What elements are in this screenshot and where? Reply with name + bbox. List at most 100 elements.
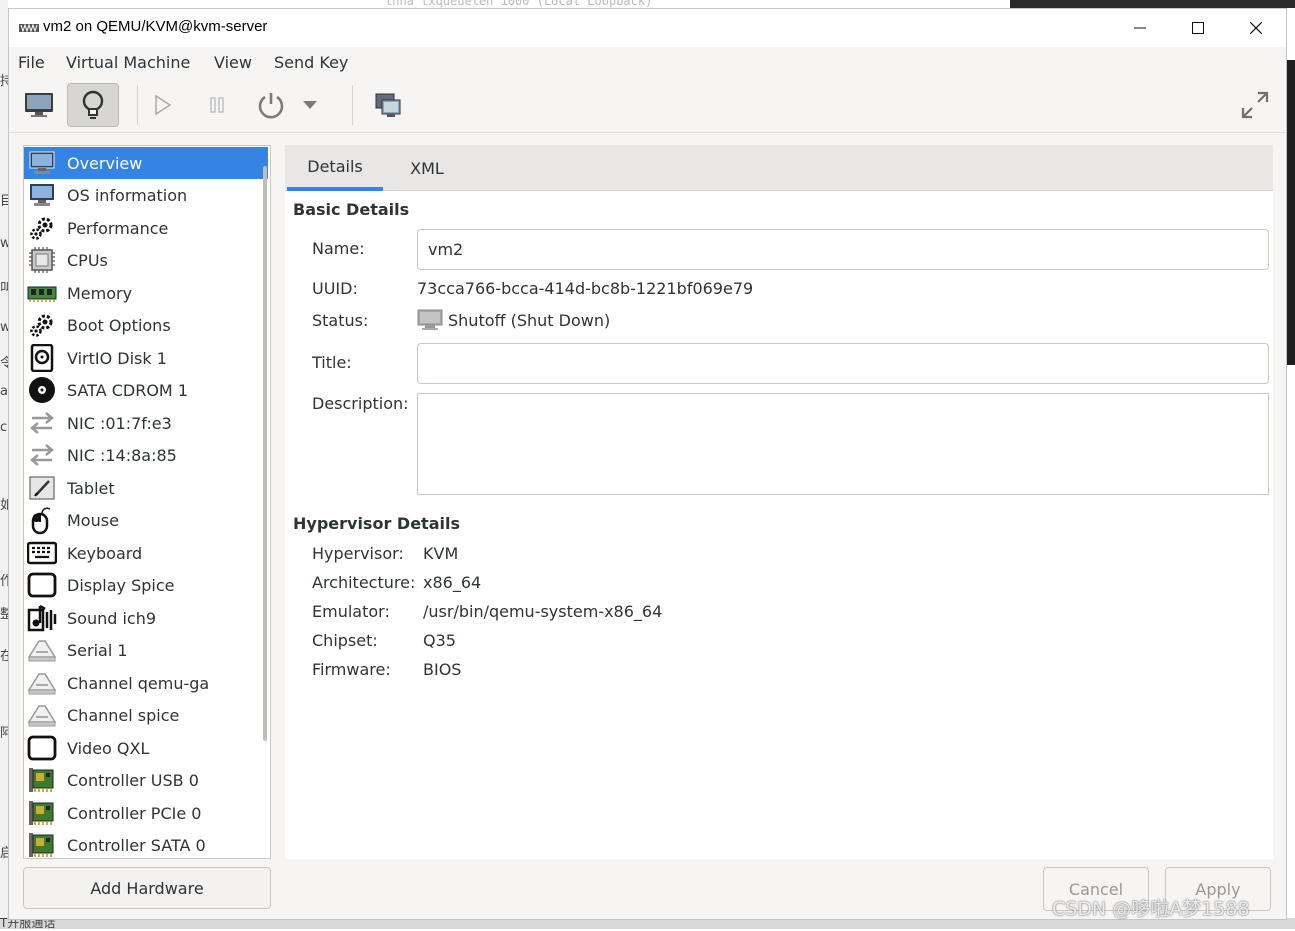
menu-send-key[interactable]: Send Key [274, 53, 348, 72]
sidebar-item-nic-01-7f-e3[interactable]: NIC :01:7f:e3 [24, 407, 268, 439]
serial-port-icon [27, 635, 57, 665]
firmware-value: BIOS [423, 660, 462, 679]
sidebar-item-serial-1[interactable]: Serial 1 [24, 634, 268, 666]
sound-icon [27, 603, 57, 633]
hardware-list: Overview OS information Performance CPUs… [23, 145, 271, 859]
hypervisor-details-heading: Hypervisor Details [293, 514, 460, 533]
pause-icon [210, 97, 224, 113]
controller-card-icon [27, 830, 57, 858]
close-button[interactable] [1233, 13, 1279, 43]
sidebar-item-overview[interactable]: Overview [24, 147, 268, 179]
desktop-background-left [0, 0, 8, 929]
serial-port-icon [27, 668, 57, 698]
sidebar-item-mouse[interactable]: Mouse [24, 504, 268, 536]
sidebar-item-cpus[interactable]: CPUs [24, 244, 268, 276]
background-terminal [1010, 0, 1295, 8]
shutdown-button[interactable] [245, 83, 297, 127]
sidebar-item-sata-cdrom-1[interactable]: SATA CDROM 1 [24, 374, 268, 406]
virt-manager-icon [19, 23, 39, 33]
show-console-button[interactable] [13, 83, 65, 127]
csdn-watermark: CSDN @哆啦A梦1588 [1052, 898, 1250, 920]
sidebar-item-display-spice[interactable]: Display Spice [24, 569, 268, 601]
gears-icon [27, 213, 57, 243]
add-hardware-button[interactable]: Add Hardware [23, 867, 271, 909]
description-textarea[interactable] [417, 393, 1269, 495]
hypervisor-value: KVM [423, 544, 459, 563]
memory-module-icon [27, 278, 57, 308]
maximize-button[interactable] [1175, 13, 1221, 43]
sidebar-item-label: Memory [67, 283, 133, 303]
details-panel: Details XML Basic Details Name: vm2 UUID… [285, 145, 1273, 859]
firmware-label: Firmware: [312, 660, 391, 679]
snapshots-button[interactable] [362, 83, 414, 127]
tab-xml[interactable]: XML [383, 145, 471, 191]
sidebar-item-channel-qemu-ga[interactable]: Channel qemu-ga [24, 667, 268, 699]
name-field[interactable]: vm2 [417, 229, 1269, 270]
sidebar-item-label: Display Spice [67, 575, 175, 595]
sidebar-item-os-information[interactable]: OS information [24, 179, 268, 211]
display-icon [27, 570, 57, 600]
sidebar-item-nic-14-8a-85[interactable]: NIC :14:8a:85 [24, 439, 268, 471]
menu-file[interactable]: File [18, 53, 45, 72]
fullscreen-button[interactable] [1229, 83, 1281, 127]
toolbar-separator [352, 85, 353, 125]
gears-icon [27, 310, 57, 340]
shutdown-menu-button[interactable] [295, 83, 325, 127]
toolbar [9, 77, 1286, 133]
uuid-label: UUID: [312, 279, 358, 298]
sidebar-item-memory[interactable]: Memory [24, 277, 268, 309]
details-tabs: Details XML [285, 145, 1273, 191]
fullscreen-icon [1241, 91, 1269, 119]
description-label: Description: [312, 394, 409, 413]
architecture-value: x86_64 [423, 573, 482, 592]
cdrom-icon [27, 375, 57, 405]
snapshot-icon [375, 93, 401, 117]
sidebar-item-video-qxl[interactable]: Video QXL [24, 732, 268, 764]
sidebar-item-tablet[interactable]: Tablet [24, 472, 268, 504]
sidebar-item-sound-ich9[interactable]: Sound ich9 [24, 602, 268, 634]
mouse-icon [27, 505, 57, 535]
sidebar-item-controller-sata-0[interactable]: Controller SATA 0 [24, 829, 268, 858]
sidebar-item-label: NIC :01:7f:e3 [67, 413, 172, 433]
menu-view[interactable]: View [214, 53, 252, 72]
sidebar-item-label: Video QXL [67, 738, 150, 758]
sidebar-item-performance[interactable]: Performance [24, 212, 268, 244]
chipset-label: Chipset: [312, 631, 378, 650]
minimize-button[interactable] [1117, 13, 1163, 43]
sidebar-item-label: NIC :14:8a:85 [67, 445, 177, 465]
vm-details-window: vm2 on QEMU/KVM@kvm-server File Virtual … [8, 8, 1287, 920]
sidebar-item-virtio-disk-1[interactable]: VirtIO Disk 1 [24, 342, 268, 374]
sidebar-item-keyboard[interactable]: Keyboard [24, 537, 268, 569]
network-arrows-icon [27, 440, 57, 470]
sidebar-item-boot-options[interactable]: Boot Options [24, 309, 268, 341]
title-field[interactable] [417, 343, 1269, 384]
display-icon [27, 733, 57, 763]
sidebar-item-label: Controller SATA 0 [67, 835, 206, 855]
sidebar-item-label: CPUs [67, 250, 108, 270]
show-details-button[interactable] [67, 83, 119, 127]
menu-bar: File Virtual Machine View Send Key [9, 47, 1286, 77]
minimize-icon [1134, 27, 1146, 29]
window-title: vm2 on QEMU/KVM@kvm-server [43, 18, 268, 35]
lightbulb-icon [82, 90, 104, 119]
title-bar[interactable]: vm2 on QEMU/KVM@kvm-server [9, 9, 1286, 47]
sidebar-scrollbar[interactable] [263, 166, 267, 741]
sidebar-item-controller-usb-0[interactable]: Controller USB 0 [24, 764, 268, 796]
pause-button[interactable] [191, 83, 243, 127]
maximize-icon [1192, 22, 1204, 34]
sidebar-item-label: Performance [67, 218, 169, 238]
tab-details[interactable]: Details [287, 145, 383, 191]
sidebar-item-controller-pcie-0[interactable]: Controller PCIe 0 [24, 797, 268, 829]
sidebar-item-label: Channel spice [67, 705, 180, 725]
sidebar-item-label: Sound ich9 [67, 608, 157, 628]
sidebar-item-label: Tablet [67, 478, 115, 498]
background-terminal-text: lnna txqueuelen 1000 (Local Loopback) [385, 0, 653, 8]
sidebar-item-label: Serial 1 [67, 640, 128, 660]
name-label: Name: [312, 239, 365, 258]
background-terminal-edge [1287, 60, 1295, 365]
controller-card-icon [27, 765, 57, 795]
basic-details-heading: Basic Details [293, 200, 410, 219]
run-button[interactable] [137, 83, 189, 127]
menu-virtual-machine[interactable]: Virtual Machine [66, 53, 190, 72]
sidebar-item-channel-spice[interactable]: Channel spice [24, 699, 268, 731]
